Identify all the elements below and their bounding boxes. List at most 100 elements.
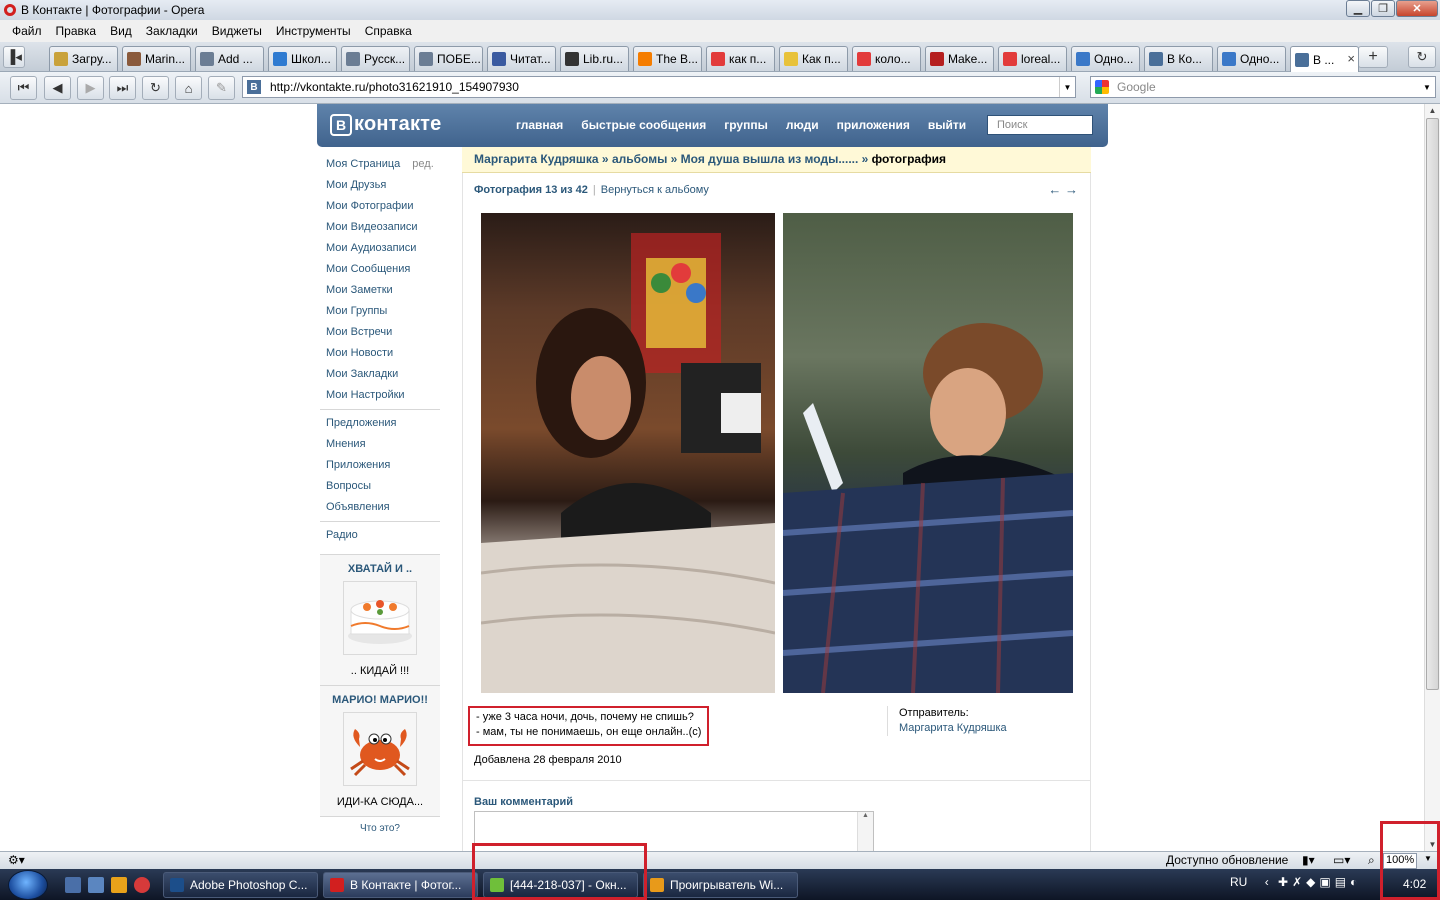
taskbar-button[interactable]: Проигрыватель Wi...	[643, 872, 798, 898]
vk-search-input[interactable]: Поиск	[987, 115, 1093, 135]
sidebar-item[interactable]: Вопросы	[320, 476, 440, 497]
sidebar-item[interactable]: Мои Настройки	[320, 385, 440, 406]
breadcrumb-album[interactable]: Моя душа вышла из моды......	[681, 152, 859, 166]
nav-quick-messages[interactable]: быстрые сообщения	[572, 118, 715, 132]
maximize-button[interactable]: ❐	[1371, 0, 1395, 17]
minimize-button[interactable]: ▁	[1346, 0, 1370, 17]
ad-block-crab[interactable]: МАРИО! МАРИО!! ИДИ-КА СЮДА...	[320, 685, 440, 816]
speed-dial-icon[interactable]: ⚙▾	[8, 853, 25, 867]
ad-caption[interactable]: .. КИДАЙ !!!	[320, 655, 440, 685]
sender-link[interactable]: Маргарита Кудряшка	[899, 721, 1007, 736]
start-button[interactable]	[8, 870, 48, 900]
menu-help[interactable]: Справка	[358, 24, 419, 38]
tab-close-icon[interactable]: ×	[1347, 51, 1355, 66]
tab[interactable]: loreal...	[998, 46, 1067, 71]
taskbar-button[interactable]: В Контакте | Фотог...	[323, 872, 478, 898]
menu-file[interactable]: Файл	[5, 24, 49, 38]
opera-quick-icon[interactable]	[134, 877, 150, 893]
sidebar-item[interactable]: Мои Закладки	[320, 364, 440, 385]
back-to-album-link[interactable]: Вернуться к альбому	[601, 184, 709, 196]
home-icon[interactable]: ⌂	[175, 76, 202, 100]
tab[interactable]: Загру...	[49, 46, 118, 71]
breadcrumb-albums[interactable]: альбомы	[612, 152, 667, 166]
crab-image[interactable]	[343, 712, 417, 786]
tab[interactable]: Русск...	[341, 46, 410, 71]
view-toggle-icon[interactable]: ▭▾	[1333, 853, 1350, 867]
tab[interactable]: Make...	[925, 46, 994, 71]
sidebar-item[interactable]: Мои Видеозаписи	[320, 217, 440, 238]
reload-icon[interactable]: ↻	[142, 76, 169, 100]
ad-title[interactable]: ХВАТАЙ И ..	[320, 555, 440, 581]
tab[interactable]: коло...	[852, 46, 921, 71]
wand-icon[interactable]: ✎	[208, 76, 235, 100]
menu-widgets[interactable]: Виджеты	[205, 24, 269, 38]
forward-icon[interactable]: ▶	[77, 76, 104, 100]
scroll-up-icon[interactable]: ▲	[1425, 104, 1440, 117]
vk-logo[interactable]: В контакте	[330, 113, 442, 136]
back-icon[interactable]: ◀	[44, 76, 71, 100]
tab[interactable]: В ... ×	[1290, 46, 1359, 72]
tab[interactable]: Одно...	[1217, 46, 1286, 71]
tab[interactable]: Как п...	[779, 46, 848, 71]
sidebar-item[interactable]: Мои Новости	[320, 343, 440, 364]
sidebar-item-my-page[interactable]: Моя Страница ред.	[320, 154, 440, 175]
rewind-icon[interactable]: ⏮	[10, 76, 37, 100]
photo-arrows[interactable]: ← →	[1048, 182, 1078, 197]
sidebar-item[interactable]: Мнения	[320, 434, 440, 455]
tab[interactable]: Add ...	[195, 46, 264, 71]
closed-tabs-button[interactable]: ▐◂	[3, 46, 25, 68]
sidebar-item[interactable]: Мои Сообщения	[320, 259, 440, 280]
breadcrumb-owner[interactable]: Маргарита Кудряшка	[474, 152, 599, 166]
search-dropdown-icon[interactable]: ▼	[1419, 77, 1435, 97]
sidebar-item[interactable]: Мои Фотографии	[320, 196, 440, 217]
tab[interactable]: Lib.ru...	[560, 46, 629, 71]
nav-groups[interactable]: группы	[715, 118, 777, 132]
tab[interactable]: ПОБЕ...	[414, 46, 483, 71]
search-field[interactable]: Google ▼	[1090, 76, 1436, 98]
sidebar-item[interactable]: Мои Заметки	[320, 280, 440, 301]
new-tab-button[interactable]: +	[1358, 46, 1388, 68]
fast-forward-icon[interactable]: ⏭	[109, 76, 136, 100]
textarea-scrollbar[interactable]: ▲	[857, 812, 873, 851]
sidebar-item[interactable]: Мои Встречи	[320, 322, 440, 343]
address-field[interactable]: В http://vkontakte.ru/photo31621910_1549…	[242, 76, 1076, 98]
nav-logout[interactable]: выйти	[919, 118, 975, 132]
close-button[interactable]: ✕	[1396, 0, 1438, 17]
show-desktop-icon[interactable]	[65, 877, 81, 893]
tab[interactable]: Marin...	[122, 46, 191, 71]
tab[interactable]: В Ко...	[1144, 46, 1213, 71]
nav-home[interactable]: главная	[507, 118, 572, 132]
edit-link[interactable]: ред.	[412, 158, 433, 170]
cake-image[interactable]	[343, 581, 417, 655]
scrollbar-thumb[interactable]	[1426, 118, 1439, 690]
update-available[interactable]: Доступно обновление	[1166, 853, 1288, 867]
address-dropdown-icon[interactable]: ▼	[1059, 77, 1075, 97]
menu-bookmarks[interactable]: Закладки	[139, 24, 205, 38]
page-scrollbar[interactable]: ▲ ▼	[1424, 104, 1440, 851]
ad-caption[interactable]: ИДИ-КА СЮДА...	[320, 786, 440, 816]
language-indicator[interactable]: RU	[1230, 875, 1247, 889]
menu-edit[interactable]: Правка	[49, 24, 104, 38]
what-is-this-link[interactable]: Что это?	[320, 816, 440, 834]
menu-view[interactable]: Вид	[103, 24, 139, 38]
tab[interactable]: Одно...	[1071, 46, 1140, 71]
sidebar-item[interactable]: Объявления	[320, 497, 440, 518]
menu-tools[interactable]: Инструменты	[269, 24, 358, 38]
tab[interactable]: Школ...	[268, 46, 337, 71]
tray-icons[interactable]: ✚✗◆▣▤◐	[1278, 875, 1361, 889]
photo-image[interactable]	[481, 213, 1073, 693]
tab[interactable]: The B...	[633, 46, 702, 71]
sidebar-item[interactable]: Радио	[320, 525, 440, 546]
tab[interactable]: Читат...	[487, 46, 556, 71]
sidebar-item[interactable]: Мои Аудиозаписи	[320, 238, 440, 259]
sidebar-item[interactable]: Приложения	[320, 455, 440, 476]
sidebar-item[interactable]: Мои Друзья	[320, 175, 440, 196]
tray-arrow-icon[interactable]: ‹	[1265, 875, 1269, 889]
nav-people[interactable]: люди	[777, 118, 828, 132]
sidebar-item-label[interactable]: Моя Страница	[326, 158, 400, 170]
panel-toggle-icon[interactable]: ▮▾	[1302, 853, 1315, 867]
taskbar-button[interactable]: Adobe Photoshop C...	[163, 872, 318, 898]
sidebar-item[interactable]: Мои Группы	[320, 301, 440, 322]
ad-block-cake[interactable]: ХВАТАЙ И .. .. КИДАЙ !!!	[320, 554, 440, 685]
tab-cycle-button[interactable]: ↻	[1408, 46, 1436, 68]
